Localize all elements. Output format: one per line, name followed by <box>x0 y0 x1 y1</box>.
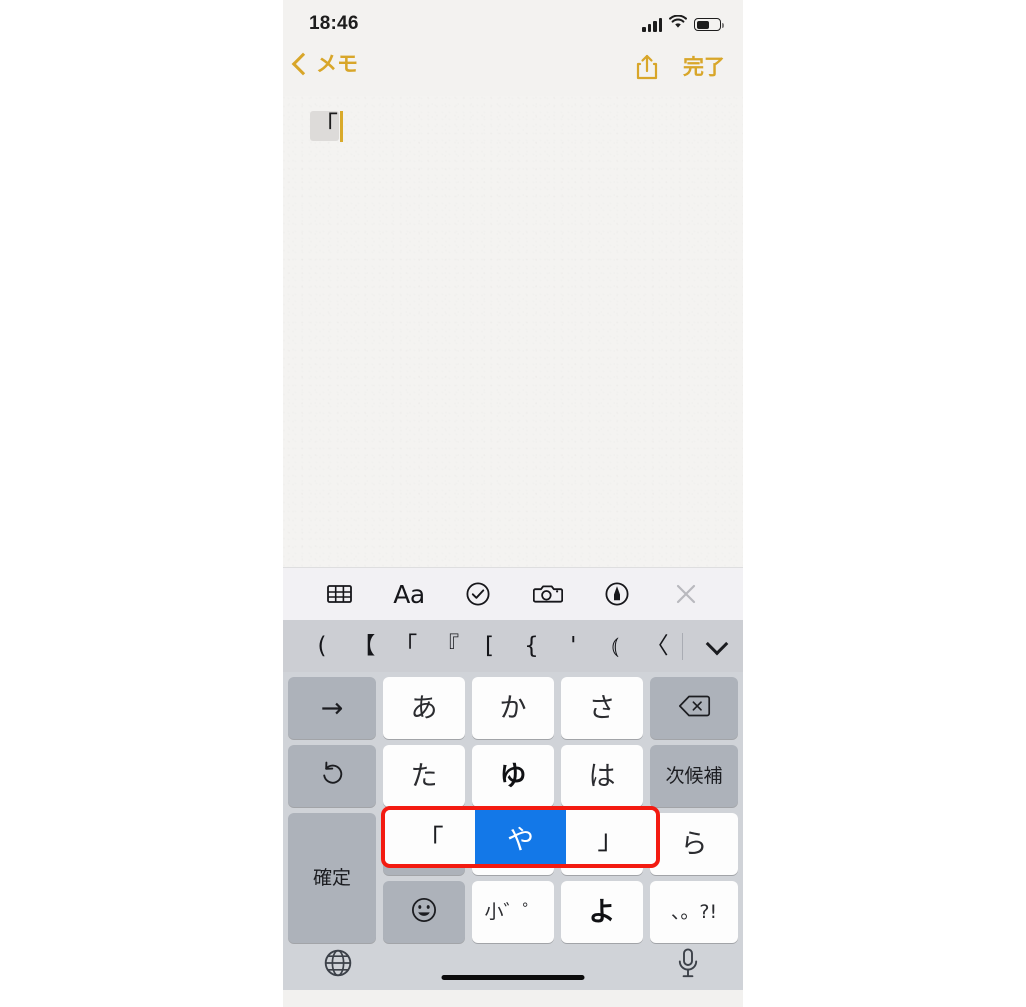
wifi-icon <box>669 14 687 34</box>
flick-option-center-selected[interactable]: や <box>475 810 566 864</box>
candidate-item[interactable]: 〈 <box>636 634 678 658</box>
key-ha[interactable]: は <box>561 745 643 807</box>
candidate-item[interactable]: ' <box>552 634 594 658</box>
key-label: は <box>588 760 616 792</box>
candidate-bar-divider <box>682 632 683 660</box>
key-label: か <box>499 692 527 724</box>
chevron-down-icon[interactable] <box>691 632 743 655</box>
key-delete[interactable] <box>650 677 738 739</box>
globe-icon[interactable] <box>316 941 360 985</box>
key-confirm[interactable]: 確定 <box>288 813 376 943</box>
cellular-signal-icon <box>642 17 662 32</box>
key-label: → <box>320 692 344 724</box>
chevron-left-icon <box>291 52 315 76</box>
candidate-item[interactable]: 『 <box>427 634 469 658</box>
text-format-icon[interactable]: Aa <box>387 572 431 616</box>
key-ra[interactable]: ら <box>650 813 738 875</box>
key-label: 確定 <box>312 866 351 889</box>
key-ka[interactable]: か <box>472 677 554 739</box>
status-bar: 18:46 <box>283 0 743 48</box>
delete-backward-icon <box>678 694 711 723</box>
key-next-candidate[interactable]: 次候補 <box>650 745 738 807</box>
back-button[interactable]: メモ <box>291 52 358 76</box>
markup-pen-icon[interactable] <box>595 572 639 616</box>
status-bar-indicators <box>642 14 724 34</box>
close-icon[interactable] <box>664 572 708 616</box>
key-label: あ <box>410 692 438 724</box>
candidate-item[interactable]: [ <box>469 634 511 658</box>
candidate-item[interactable]: 「 <box>385 634 427 658</box>
note-composing-text: 「 <box>313 111 339 140</box>
navigation-bar: メモ 完了 <box>283 48 743 96</box>
key-label: さ <box>588 692 616 724</box>
flick-option-right[interactable]: 」 <box>565 810 656 864</box>
format-toolbar: Aa <box>283 567 743 620</box>
status-bar-time: 18:46 <box>309 13 359 34</box>
candidate-list: ( 【 「 『 [ { ' ⦅ 〈 <box>283 634 678 658</box>
text-format-label: Aa <box>393 579 425 609</box>
back-button-label: メモ <box>316 53 358 76</box>
key-label: た <box>410 760 438 792</box>
undo-icon <box>318 760 346 793</box>
share-icon[interactable] <box>635 53 659 81</box>
battery-icon <box>694 18 724 31</box>
emoji-icon <box>410 896 438 929</box>
key-ta[interactable]: た <box>383 745 465 807</box>
navigation-bar-actions: 完了 <box>635 53 725 81</box>
done-button[interactable]: 完了 <box>683 57 725 78</box>
table-icon[interactable] <box>318 572 362 616</box>
flick-option-left[interactable]: 「 <box>385 810 476 864</box>
key-label: よ <box>588 896 616 928</box>
key-label: 小゛゜ <box>484 900 542 923</box>
camera-icon[interactable] <box>526 572 570 616</box>
key-a[interactable]: あ <box>383 677 465 739</box>
key-label: ゆ <box>499 760 527 792</box>
keyboard-grid: → あ か さ た ゆ は 次候補 ら 確定 小゛゜ よ 、。?! 「 や 」 <box>288 677 738 943</box>
key-ya-row[interactable]: ゆ <box>472 745 554 807</box>
home-indicator[interactable] <box>441 975 585 980</box>
screenshot-canvas: 18:46 メモ 完了 「 Aa (【 「 『 [{' ⦅ 〈 → あ か… <box>0 0 1026 1007</box>
candidate-item[interactable]: 【 <box>343 634 385 658</box>
key-arrow-right[interactable]: → <box>288 677 376 739</box>
candidate-item[interactable]: { <box>510 634 552 658</box>
key-undo[interactable] <box>288 745 376 807</box>
note-text-line: 「 <box>310 109 344 143</box>
keyboard: → あ か さ た ゆ は 次候補 ら 確定 小゛゜ よ 、。?! 「 や 」 <box>283 672 743 990</box>
text-cursor <box>340 110 344 142</box>
composition-highlight: 「 <box>310 111 340 141</box>
phone-screen: 18:46 メモ 完了 「 Aa (【 「 『 [{' ⦅ 〈 → あ か… <box>283 0 743 1007</box>
key-label: ら <box>680 828 708 860</box>
note-editor-area[interactable]: 「 <box>283 96 743 567</box>
keyboard-bottom-bar <box>288 931 738 989</box>
candidate-item[interactable]: ⦅ <box>594 634 636 658</box>
checklist-icon[interactable] <box>456 572 500 616</box>
key-sa[interactable]: さ <box>561 677 643 739</box>
candidate-bar: ( 【 「 『 [ { ' ⦅ 〈 <box>283 620 743 672</box>
key-label: 、。?! <box>670 900 718 923</box>
flick-popup[interactable]: 「 や 」 <box>381 806 660 868</box>
key-label: 次候補 <box>665 764 723 787</box>
candidate-item[interactable]: ( <box>301 634 343 658</box>
microphone-icon[interactable] <box>666 941 710 985</box>
